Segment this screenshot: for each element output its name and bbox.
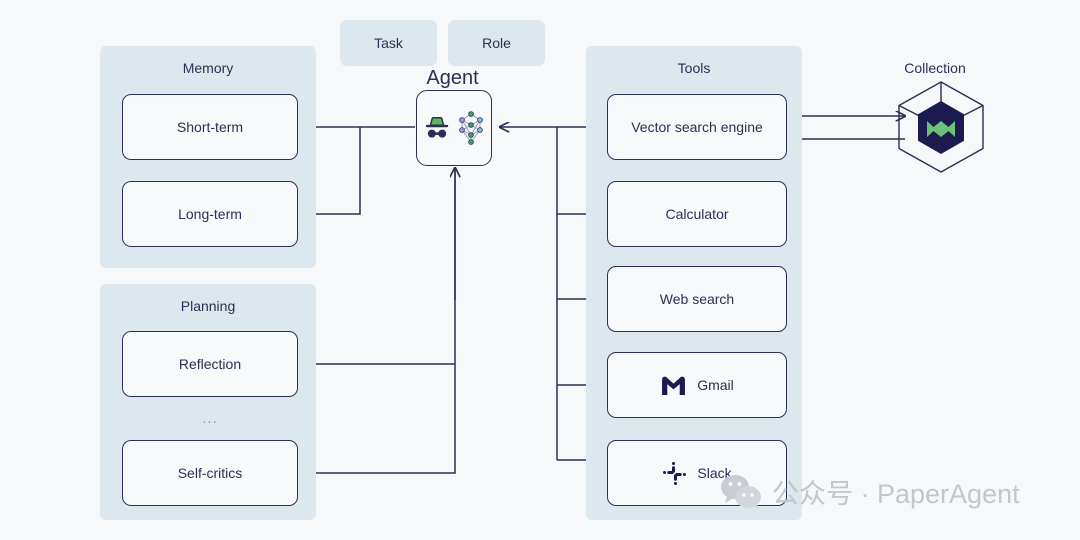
panel-memory-title: Memory <box>182 60 234 76</box>
node-web-search-label: Web search <box>659 291 735 307</box>
node-self-critics[interactable]: Self-critics <box>122 440 298 506</box>
collection-caption: Collection <box>904 60 966 76</box>
node-short-term-label: Short-term <box>176 119 244 135</box>
node-vector-search-engine-label: Vector search engine <box>631 119 763 135</box>
weaviate-hexagon-icon <box>898 81 984 173</box>
slack-icon <box>663 461 687 485</box>
node-long-term-label: Long-term <box>178 206 242 222</box>
gmail-icon <box>662 376 686 395</box>
node-reflection[interactable]: Reflection <box>122 331 298 397</box>
panel-tools-title: Tools <box>677 60 711 76</box>
node-short-term[interactable]: Short-term <box>122 94 298 160</box>
wechat-icon <box>721 474 761 510</box>
chip-role[interactable]: Role <box>448 20 545 66</box>
node-gmail-label: Gmail <box>697 377 734 393</box>
langchain-graph-icon <box>459 111 483 145</box>
langchain-hat-icon <box>425 116 449 138</box>
chip-role-label: Role <box>482 35 511 51</box>
node-calculator-label: Calculator <box>665 206 729 222</box>
agent-node[interactable] <box>416 90 492 166</box>
panel-planning-title: Planning <box>180 298 236 314</box>
node-web-search[interactable]: Web search <box>607 266 787 332</box>
node-gmail[interactable]: Gmail <box>607 352 787 418</box>
node-self-critics-label: Self-critics <box>177 465 243 481</box>
agent-caption: Agent <box>426 67 479 89</box>
node-reflection-label: Reflection <box>178 356 242 372</box>
watermark: 公众号 · PaperAgent <box>720 472 1020 511</box>
chip-task[interactable]: Task <box>340 20 437 66</box>
planning-ellipsis: ... <box>202 410 218 427</box>
node-vector-search-engine[interactable]: Vector search engine <box>607 94 787 160</box>
diagram-canvas: Task Role Agent Memory Short-term Long-t… <box>0 0 1080 540</box>
chip-task-label: Task <box>374 35 403 51</box>
collection-node[interactable] <box>895 80 987 174</box>
node-calculator[interactable]: Calculator <box>607 181 787 247</box>
watermark-text: 公众号 · PaperAgent <box>772 479 1020 509</box>
node-long-term[interactable]: Long-term <box>122 181 298 247</box>
